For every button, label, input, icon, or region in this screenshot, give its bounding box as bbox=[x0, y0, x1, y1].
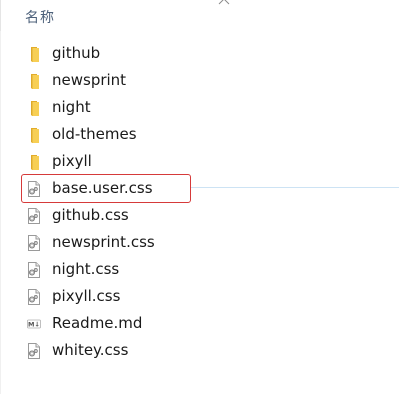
folder-item[interactable]: night bbox=[0, 94, 399, 121]
file-name: pixyll.css bbox=[52, 287, 121, 305]
file-name: pixyll bbox=[52, 152, 92, 170]
file-item[interactable]: github.css bbox=[0, 202, 399, 229]
file-item[interactable]: whitey.css bbox=[0, 337, 399, 364]
file-item[interactable]: M↓ Readme.md bbox=[0, 310, 399, 337]
file-name: Readme.md bbox=[52, 314, 143, 332]
folder-icon bbox=[26, 153, 42, 171]
css-file-icon bbox=[26, 234, 42, 252]
css-file-icon bbox=[26, 180, 42, 198]
file-name: old-themes bbox=[52, 125, 137, 143]
selection-row-line bbox=[191, 187, 399, 188]
folder-item[interactable]: pixyll bbox=[0, 148, 399, 175]
file-name: github.css bbox=[52, 206, 129, 224]
markdown-file-icon: M↓ bbox=[26, 315, 42, 333]
column-header-name[interactable]: 名称 bbox=[25, 7, 55, 27]
file-name: newsprint.css bbox=[52, 233, 155, 251]
folder-icon bbox=[26, 99, 42, 117]
folder-icon bbox=[26, 72, 42, 90]
file-name: whitey.css bbox=[52, 341, 129, 359]
svg-text:M↓: M↓ bbox=[28, 320, 40, 328]
file-item[interactable]: base.user.css bbox=[0, 174, 399, 203]
file-item[interactable]: pixyll.css bbox=[0, 283, 399, 310]
file-item[interactable]: newsprint.css bbox=[0, 229, 399, 256]
file-name: night bbox=[52, 98, 91, 116]
file-name: night.css bbox=[52, 260, 120, 278]
file-name: newsprint bbox=[52, 71, 127, 89]
file-name: base.user.css bbox=[52, 179, 153, 197]
file-name: github bbox=[52, 44, 101, 62]
folder-icon bbox=[26, 45, 42, 63]
css-file-icon bbox=[26, 288, 42, 306]
caret-up-icon bbox=[218, 0, 230, 5]
folder-icon bbox=[26, 126, 42, 144]
folder-item[interactable]: newsprint bbox=[0, 67, 399, 94]
column-header: 名称 bbox=[0, 0, 399, 31]
file-list: github newsprint night old-themes pixyll base… bbox=[0, 40, 399, 364]
css-file-icon bbox=[26, 261, 42, 279]
css-file-icon bbox=[26, 342, 42, 360]
folder-item[interactable]: old-themes bbox=[0, 121, 399, 148]
file-item[interactable]: night.css bbox=[0, 256, 399, 283]
folder-item[interactable]: github bbox=[0, 40, 399, 67]
css-file-icon bbox=[26, 207, 42, 225]
header-divider bbox=[0, 0, 1, 31]
